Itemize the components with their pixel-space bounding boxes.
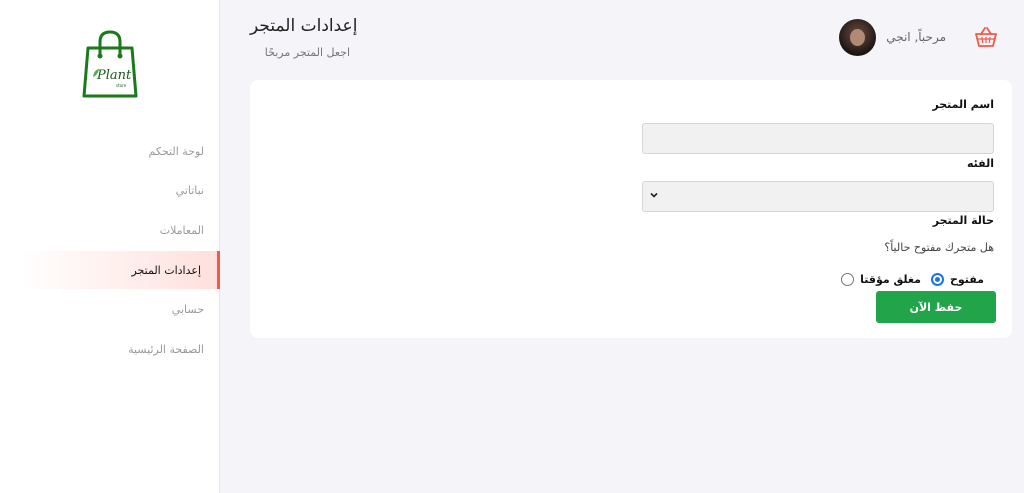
status-closed-option[interactable]: مغلق مؤقتا — [841, 273, 921, 286]
greeting: مرحباً, انجي — [886, 30, 946, 44]
sidebar-item-home[interactable]: الصفحة الرئيسية — [0, 330, 220, 368]
chevron-down-icon — [650, 192, 658, 198]
sidebar-item-store-settings[interactable]: إعدادات المتجر — [0, 251, 220, 289]
store-status-radio-group: مفتوح مغلق مؤقتا — [841, 273, 984, 286]
sidebar-item-dashboard[interactable]: لوحة التحكم — [0, 132, 220, 170]
sidebar: Plant store لوحة التحكم نباتاتي المعاملا… — [0, 0, 220, 493]
shopping-basket-icon[interactable] — [974, 25, 998, 49]
status-open-option[interactable]: مفتوح — [930, 273, 984, 286]
avatar[interactable] — [839, 18, 877, 56]
user-bar: مرحباً, انجي — [839, 18, 998, 56]
page-subtitle: اجعل المتجر مربحًا — [264, 46, 350, 59]
status-closed-radio[interactable] — [841, 273, 855, 286]
status-open-label: مفتوح — [949, 273, 984, 286]
sidebar-item-my-account[interactable]: حسابي — [0, 290, 220, 328]
sidebar-item-my-plants[interactable]: نباتاتي — [0, 171, 220, 209]
status-closed-label: مغلق مؤقتا — [860, 273, 921, 286]
page-header: إعدادات المتجر اجعل المتجر مربحًا — [250, 16, 358, 59]
store-name-input[interactable] — [642, 123, 994, 154]
logo-text: Plant — [96, 68, 132, 83]
status-open-radio[interactable] — [930, 273, 944, 286]
store-status-question: هل متجرك مفتوح حالياً؟ — [884, 241, 994, 254]
page-title: إعدادات المتجر — [250, 16, 358, 36]
save-button[interactable]: حفظ الآن — [876, 291, 996, 323]
store-settings-card: اسم المتجر الفئه حالة المتجر هل متجرك مف… — [250, 80, 1012, 338]
logo-subtext: store — [116, 83, 127, 88]
store-name-label: اسم المتجر — [932, 98, 994, 111]
sidebar-item-transactions[interactable]: المعاملات — [0, 211, 220, 249]
logo[interactable]: Plant store — [80, 30, 140, 100]
category-select[interactable] — [642, 181, 994, 212]
category-label: الفئه — [967, 157, 994, 170]
store-status-label: حالة المتجر — [932, 214, 994, 227]
